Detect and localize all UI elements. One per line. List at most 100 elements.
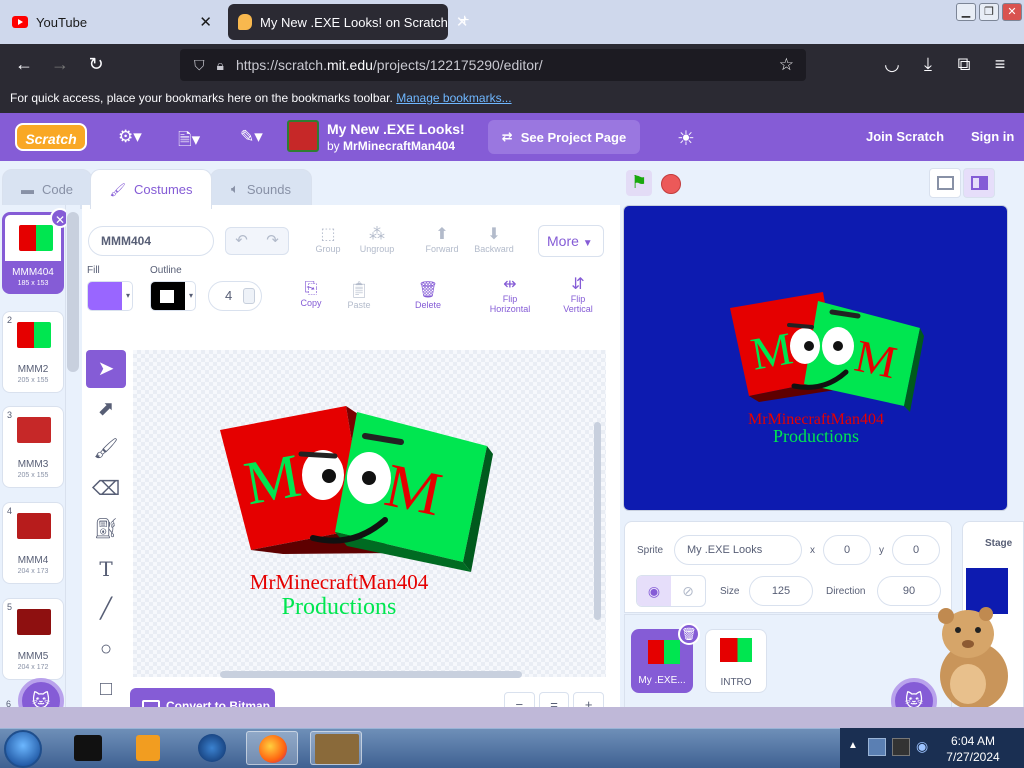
hide-eye-icon[interactable]: ⊘ <box>671 576 705 606</box>
visibility-toggle: ◉ ⊘ <box>636 575 706 607</box>
tab-code[interactable]: ▬ Code <box>2 169 92 209</box>
forward-icon[interactable]: → <box>48 54 72 75</box>
taskbar-app-firefox[interactable] <box>246 731 298 765</box>
paint-canvas[interactable]: M M MrMinecraftMan404 Productions <box>133 350 606 677</box>
x-input[interactable]: 0 <box>823 535 871 565</box>
text-tool[interactable]: T <box>86 550 126 588</box>
eraser-tool[interactable]: ⌫ <box>86 470 126 508</box>
more-button[interactable]: More ▼ <box>538 225 604 257</box>
normal-stage-button[interactable] <box>963 168 995 198</box>
costume-scroll-thumb[interactable] <box>67 212 79 372</box>
extensions-icon[interactable]: ⧉ <box>952 54 976 75</box>
reshape-tool[interactable]: ⬈ <box>86 390 126 428</box>
stepper-icon[interactable] <box>243 288 255 304</box>
stop-button[interactable] <box>661 174 681 194</box>
browser-tab-bar: YouTube ✕ My New .EXE Looks! on Scratch … <box>0 0 1024 44</box>
bookmark-star-icon[interactable]: ☆ <box>779 55 794 75</box>
costume-size: 205 x 155 <box>17 472 49 479</box>
green-flag-button[interactable]: ⚑ <box>626 170 652 196</box>
costume-item[interactable]: 4 MMM4 204 x 173 <box>2 502 64 584</box>
sign-in-link[interactable]: Sign in <box>971 129 1014 144</box>
flip-vertical-button[interactable]: ⇵ Flip Vertical <box>556 274 600 314</box>
canvas-vertical-scrollbar[interactable] <box>594 422 601 620</box>
fill-tool[interactable]: ⛽︎ <box>86 510 126 548</box>
brush-tool[interactable]: 🖌︎ <box>86 430 126 468</box>
sprite-label: Sprite <box>637 545 664 556</box>
close-tab-icon[interactable]: ✕ <box>199 13 212 31</box>
caret-down-icon: ▾ <box>188 291 193 300</box>
minimize-icon[interactable]: ▁ <box>956 3 976 21</box>
delete-sprite-icon[interactable]: 🗑︎ <box>678 623 700 645</box>
small-stage-button[interactable] <box>929 168 961 198</box>
theme-sun-icon[interactable]: ☀ <box>677 126 695 151</box>
author-name[interactable]: MrMinecraftMan404 <box>343 139 455 153</box>
outline-width-input[interactable]: 4 <box>208 281 262 311</box>
flip-horizontal-button[interactable]: ⇹ Flip Horizontal <box>484 274 536 314</box>
tab-sounds[interactable]: 🔈︎ Sounds <box>210 169 312 209</box>
download-icon[interactable]: ⤓ <box>916 54 940 75</box>
tab-costumes[interactable]: 🖌︎ Costumes <box>90 169 212 209</box>
copy-button[interactable]: ⎘ Copy <box>291 280 331 308</box>
tray-expand-icon[interactable]: ▲ <box>848 740 858 751</box>
select-tool[interactable]: ➤ <box>86 350 126 388</box>
caret-down-icon: ▾ <box>125 291 130 300</box>
direction-input[interactable]: 90 <box>877 576 941 606</box>
ungroup-button[interactable]: ⁂ Ungroup <box>354 224 400 254</box>
costume-item[interactable]: 2 MMM2 205 x 155 <box>2 311 64 393</box>
delete-label: Delete <box>414 300 441 310</box>
see-project-page-button[interactable]: ⇄ See Project Page <box>488 120 640 154</box>
stage-canvas[interactable]: M M MrMinecraftMan404 Productions <box>623 205 1008 511</box>
stage-right-pupil <box>833 341 843 351</box>
costume-item[interactable]: 3 MMM3 205 x 155 <box>2 406 64 488</box>
taskbar-app-globe[interactable] <box>186 731 238 765</box>
join-scratch-link[interactable]: Join Scratch <box>866 129 944 144</box>
pocket-icon[interactable]: ◡ <box>880 54 904 75</box>
circle-tool[interactable]: ○ <box>86 630 126 668</box>
project-title[interactable]: My New .EXE Looks! <box>327 121 465 137</box>
taskbar-app-terminal[interactable] <box>62 731 114 765</box>
manage-bookmarks-link[interactable]: Manage bookmarks... <box>396 91 511 105</box>
start-button[interactable] <box>4 730 42 768</box>
speaker-tray-icon[interactable]: ◉ <box>916 738 928 755</box>
scratch-logo[interactable]: Scratch <box>15 123 87 151</box>
file-menu-icon[interactable]: 🗎▾ <box>178 127 200 156</box>
redo-icon[interactable]: ↷ <box>257 228 288 254</box>
display-icon[interactable] <box>892 738 910 756</box>
close-window-icon[interactable]: ✕ <box>1002 3 1022 21</box>
sprite-name-input[interactable]: My .EXE Looks <box>674 535 802 565</box>
paste-button[interactable]: 📋︎ Paste <box>340 280 378 310</box>
new-tab-icon[interactable]: + <box>460 12 469 30</box>
menu-icon[interactable]: ≡ <box>988 54 1012 75</box>
clock[interactable]: 6:04 AM 7/27/2024 <box>940 733 1006 765</box>
sprite-item[interactable]: INTRO <box>705 629 767 693</box>
url-field[interactable]: ⛉ 🔒︎ https://scratch.mit.edu/projects/12… <box>180 49 806 81</box>
back-icon[interactable]: ← <box>12 54 36 75</box>
taskbar-app-box[interactable] <box>310 731 362 765</box>
direction-label: Direction <box>826 586 866 597</box>
undo-icon[interactable]: ↶ <box>226 228 257 254</box>
delete-button[interactable]: 🗑︎ Delete <box>406 280 450 310</box>
settings-gear-icon[interactable]: ⚙▾ <box>118 127 142 147</box>
fill-color-picker[interactable]: ▾ <box>87 281 133 311</box>
edit-menu-icon[interactable]: ✎▾ <box>240 127 263 147</box>
line-tool[interactable]: ╱ <box>86 590 126 628</box>
tab-scratch[interactable]: My New .EXE Looks! on Scratch ✕ <box>228 4 468 40</box>
artwork-line2: Productions <box>282 594 397 620</box>
rectangle-tool[interactable]: □ <box>86 670 126 708</box>
group-button[interactable]: ⬚ Group <box>306 224 350 254</box>
tab-youtube[interactable]: YouTube ✕ <box>2 4 222 40</box>
outline-color-picker[interactable]: ▾ <box>150 281 196 311</box>
forward-button[interactable]: ⬆ Forward <box>418 224 466 254</box>
reload-icon[interactable]: ↻ <box>84 54 108 75</box>
size-input[interactable]: 125 <box>749 576 813 606</box>
sprite-thumbnail <box>648 640 680 664</box>
restore-icon[interactable]: ❐ <box>979 3 999 21</box>
y-input[interactable]: 0 <box>892 535 940 565</box>
show-eye-icon[interactable]: ◉ <box>637 576 671 606</box>
taskbar-app-media[interactable] <box>122 731 174 765</box>
network-icon[interactable] <box>868 738 886 756</box>
backward-button[interactable]: ⬇ Backward <box>468 224 520 254</box>
costume-name-input[interactable]: MMM404 <box>88 226 214 256</box>
canvas-horizontal-scrollbar[interactable] <box>220 671 522 678</box>
costume-item[interactable]: 5 MMM5 204 x 172 <box>2 598 64 680</box>
